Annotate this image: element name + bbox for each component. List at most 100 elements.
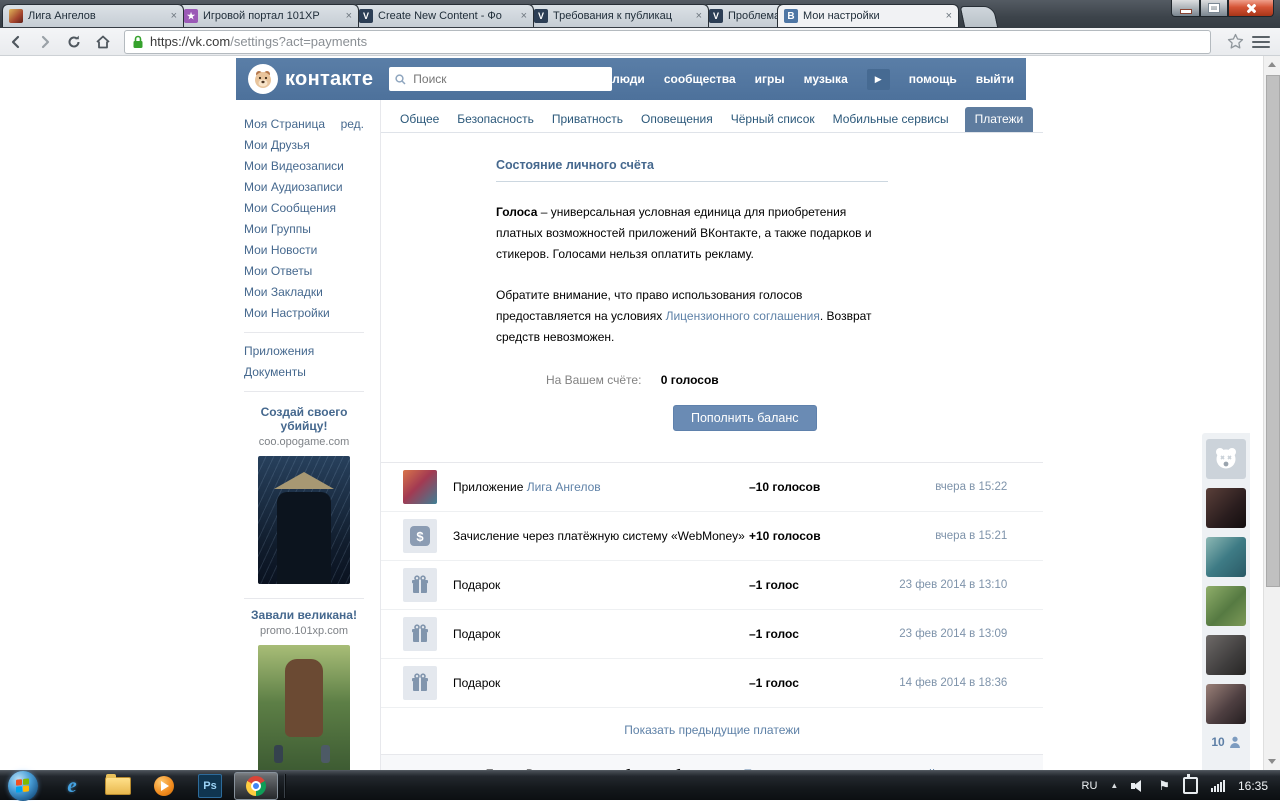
show-previous-payments-link[interactable]: Показать предыдущие платежи — [624, 723, 800, 737]
ad-image[interactable] — [258, 456, 350, 584]
gift-icon — [403, 568, 437, 602]
browser-menu-button[interactable] — [1252, 36, 1270, 48]
action-center-flag-icon[interactable]: ⚑ — [1158, 779, 1170, 792]
tab-mobile-services[interactable]: Мобильные сервисы — [831, 107, 951, 132]
sidebar-item-groups[interactable]: Мои Группы — [244, 219, 364, 240]
close-tab-icon[interactable]: × — [946, 11, 952, 22]
close-window-button[interactable] — [1228, 0, 1274, 17]
sidebar-item-bookmarks[interactable]: Мои Закладки — [244, 282, 364, 303]
close-tab-icon[interactable]: × — [696, 11, 702, 22]
browser-tab-3[interactable]: V Create New Content - Фо × — [352, 4, 534, 27]
browser-tab-4[interactable]: V Требования к публикац × — [527, 4, 709, 27]
nav-music[interactable]: музыка — [804, 72, 848, 86]
reload-button[interactable] — [61, 30, 87, 54]
vk-logo[interactable]: контакте — [248, 64, 373, 94]
forum-favicon-icon: V — [709, 9, 723, 23]
forum-favicon-icon: V — [534, 9, 548, 23]
back-button[interactable] — [3, 30, 29, 54]
home-button[interactable] — [90, 30, 116, 54]
sidebar-item-replies[interactable]: Мои Ответы — [244, 261, 364, 282]
nav-games[interactable]: игры — [755, 72, 785, 86]
ad-title[interactable]: Завали великана! — [244, 608, 364, 622]
windows-taskbar: e Ps RU ▲ ⚑ 16:35 — [0, 770, 1280, 800]
sidebar-item-settings[interactable]: Мои Настройки — [244, 303, 364, 324]
nav-help[interactable]: помощь — [909, 72, 957, 86]
taskbar-media-player[interactable] — [144, 771, 184, 801]
taskbar-photoshop[interactable]: Ps — [190, 771, 230, 801]
show-hidden-icons-button[interactable]: ▲ — [1110, 781, 1118, 790]
tab-privacy[interactable]: Приватность — [550, 107, 625, 132]
ad-block-2: Завали великана! promo.101xp.com — [244, 608, 364, 770]
tab-blacklist[interactable]: Чёрный список — [729, 107, 817, 132]
scrollbar[interactable] — [1263, 56, 1280, 770]
tab-general[interactable]: Общее — [398, 107, 441, 132]
nav-communities[interactable]: сообщества — [664, 72, 736, 86]
address-bar[interactable]: https://vk.com/settings?act=payments — [124, 30, 1211, 54]
tab-payments[interactable]: Платежи — [965, 107, 1034, 132]
friend-avatar[interactable] — [1206, 684, 1246, 724]
media-player-icon — [154, 776, 174, 796]
internet-explorer-icon: e — [67, 773, 76, 798]
arrow-right-icon: ▶ — [875, 74, 882, 85]
nav-people[interactable]: люди — [612, 72, 645, 86]
network-signal-icon[interactable] — [1211, 780, 1225, 792]
sidebar-item-news[interactable]: Мои Новости — [244, 240, 364, 261]
browser-tab-1[interactable]: Лига Ангелов × — [2, 4, 184, 27]
maximize-button[interactable] — [1200, 0, 1228, 17]
nav-more-button[interactable]: ▶ — [867, 69, 890, 90]
new-tab-button[interactable] — [960, 6, 999, 28]
clock[interactable]: 16:35 — [1238, 779, 1268, 793]
ad-image[interactable] — [258, 645, 350, 770]
sidebar-item-friends[interactable]: Мои Друзья — [244, 135, 364, 156]
sidebar-item-documents[interactable]: Документы — [244, 362, 364, 383]
nav-logout[interactable]: выйти — [976, 72, 1014, 86]
friend-avatar[interactable] — [1206, 586, 1246, 626]
friend-avatar[interactable] — [1206, 537, 1246, 577]
taskbar-file-explorer[interactable] — [98, 771, 138, 801]
bookmark-button[interactable] — [1222, 30, 1248, 54]
taskbar-internet-explorer[interactable]: e — [52, 771, 92, 801]
close-tab-icon[interactable]: × — [521, 11, 527, 22]
start-button[interactable] — [8, 771, 38, 801]
close-tab-icon[interactable]: × — [171, 11, 177, 22]
close-tab-icon[interactable]: × — [346, 11, 352, 22]
license-note: Обратите внимание, что право использован… — [496, 285, 888, 348]
transaction-date: вчера в 15:21 — [935, 530, 1007, 542]
transaction-amount: –10 голосов — [749, 480, 935, 494]
tab-security[interactable]: Безопасность — [455, 107, 536, 132]
language-indicator[interactable]: RU — [1082, 780, 1098, 792]
taskbar-separator — [284, 774, 286, 798]
transaction-amount: –1 голос — [749, 676, 899, 690]
scrollbar-thumb[interactable] — [1266, 75, 1280, 587]
tab-title: Игровой портал 101XP — [203, 10, 341, 22]
scroll-up-button[interactable] — [1264, 56, 1280, 73]
app-link[interactable]: Лига Ангелов — [527, 480, 601, 494]
sidebar-item-my-page[interactable]: Моя Страница — [244, 114, 325, 135]
search-input[interactable] — [411, 71, 606, 87]
friend-avatar[interactable] — [1206, 635, 1246, 675]
ad-title[interactable]: Создай своего убийцу! — [244, 405, 364, 433]
license-agreement-link[interactable]: Лицензионного соглашения — [666, 309, 820, 323]
page-viewport: контакте люди сообщества игры музыка ▶ п… — [0, 56, 1280, 770]
taskbar-chrome-active[interactable] — [234, 772, 278, 800]
search-icon — [395, 74, 406, 85]
forward-button[interactable] — [32, 30, 58, 54]
tab-notifications[interactable]: Оповещения — [639, 107, 715, 132]
friend-avatar[interactable] — [1206, 488, 1246, 528]
volume-icon[interactable] — [1131, 780, 1145, 792]
sidebar-divider — [244, 332, 364, 333]
browser-tab-active[interactable]: В Мои настройки × — [777, 4, 959, 27]
sidebar-item-apps[interactable]: Приложения — [244, 341, 364, 362]
tab-title: Требования к публикац — [553, 10, 691, 22]
sidebar-item-audios[interactable]: Мои Аудиозаписи — [244, 177, 364, 198]
browser-tab-2[interactable]: ★ Игровой портал 101XP × — [177, 4, 359, 27]
minimize-button[interactable] — [1171, 0, 1200, 17]
friends-online-count[interactable]: 10 — [1206, 735, 1246, 749]
sidebar-edit-link[interactable]: ред. — [341, 114, 364, 135]
topup-balance-button[interactable]: Пополнить баланс — [673, 405, 817, 431]
power-plug-icon[interactable] — [1183, 777, 1198, 794]
sidebar-item-videos[interactable]: Мои Видеозаписи — [244, 156, 364, 177]
app-avatar[interactable] — [403, 470, 437, 504]
friend-avatar-placeholder[interactable] — [1206, 439, 1246, 479]
sidebar-item-messages[interactable]: Мои Сообщения — [244, 198, 364, 219]
